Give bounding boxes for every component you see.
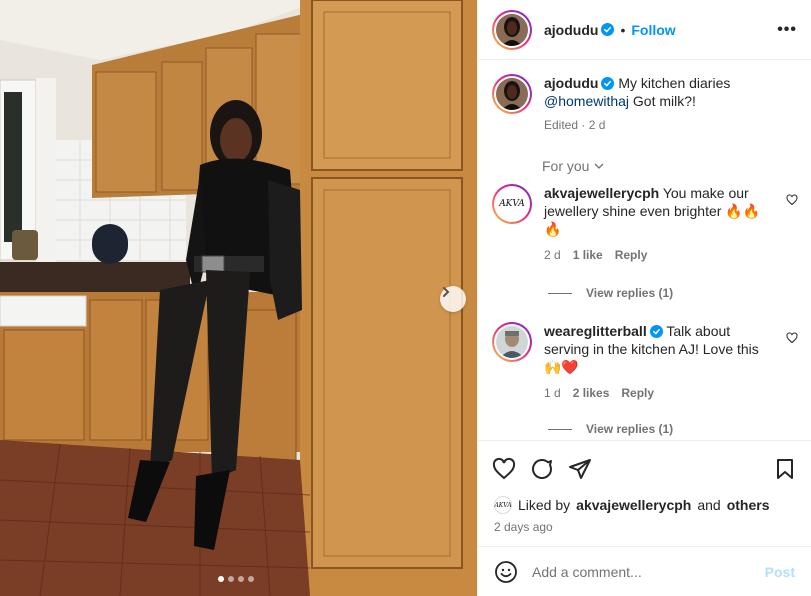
share-send-icon[interactable] [568,457,592,481]
meta-dot: · [581,118,586,132]
verified-badge-icon [649,325,663,338]
view-replies-button[interactable]: View replies (1) [548,422,673,436]
comment-body: akvajewellerycph You make our jewellery … [544,184,770,264]
comment-body: weareglitterball Talk about serving in t… [544,322,770,402]
carousel-indicator [218,576,254,582]
comment-item: AKVA akvajewellerycph You make our jewel… [492,184,798,264]
post-side-panel: ajodudu • Follow ••• ajodudu My kitchen … [477,0,811,596]
more-options-button[interactable]: ••• [777,21,797,39]
carousel-dot [228,576,234,582]
edited-label: Edited [544,118,579,132]
likes-summary: AKVA Liked by akvajewellerycph and other… [478,496,811,546]
chevron-down-icon [595,163,604,169]
comment-age: 2 d [544,248,561,262]
replies-line [548,428,572,430]
comment-username[interactable]: weareglitterball [544,323,647,339]
verified-badge-icon [601,77,615,90]
emoji-picker-icon[interactable] [494,560,518,584]
like-comment-heart-icon[interactable] [786,194,798,206]
carousel-dot [238,576,244,582]
post-comment-button[interactable]: Post [765,564,795,580]
like-comment-heart-icon[interactable] [786,332,798,344]
post-caption: ajodudu My kitchen diaries @homewithaj G… [492,74,792,134]
likes-others-link[interactable]: others [727,497,770,513]
comment-meta: 1 d 2 likes Reply [544,384,770,402]
instagram-post-dialog: ajodudu • Follow ••• ajodudu My kitchen … [0,0,811,596]
liked-by-and: and [697,497,721,513]
caption-body: My kitchen diaries [618,75,731,91]
comment-meta: 2 d 1 like Reply [544,246,770,264]
caption-username[interactable]: ajodudu [544,75,598,91]
avatar-image [496,78,528,110]
verified-badge-icon [601,23,615,36]
liked-by-row: AKVA Liked by akvajewellerycph and other… [494,496,795,514]
like-heart-icon[interactable] [492,457,516,481]
reply-button[interactable]: Reply [615,246,648,264]
next-slide-button[interactable] [440,286,466,312]
view-replies-label: View replies (1) [586,422,674,436]
separator-dot: • [620,21,626,38]
carousel-dot [218,576,224,582]
reply-button[interactable]: Reply [621,384,654,402]
avatar[interactable] [492,322,532,362]
caption-meta: Edited · 2 d [544,116,730,134]
caption-text: ajodudu My kitchen diaries @homewithaj G… [544,74,730,134]
avatar[interactable] [492,74,532,114]
follow-button[interactable]: Follow [631,22,675,38]
caption-age: 2 d [588,118,606,132]
comment-likes[interactable]: 1 like [573,246,603,264]
avatar-image [496,13,528,46]
comment-item: weareglitterball Talk about serving in t… [492,322,798,402]
chevron-right-icon [443,287,450,297]
liked-by-prefix: Liked by [518,497,571,513]
liker-username[interactable]: akvajewellerycph [576,497,691,513]
liker-avatar[interactable]: AKVA [494,496,512,514]
post-actions [478,440,811,496]
comments-section[interactable]: ajodudu My kitchen diaries @homewithaj G… [478,60,811,440]
post-header: ajodudu • Follow ••• [478,0,811,60]
post-photo[interactable] [0,0,477,596]
comments-filter-label: For you [542,158,590,174]
caption-body-end: Got milk?! [632,93,696,109]
comment-likes[interactable]: 2 likes [573,384,610,402]
comment-input[interactable] [532,563,765,580]
save-bookmark-icon[interactable] [773,457,797,481]
avatar-logo-text: AKVA [499,199,525,209]
photo-illustration [0,0,477,596]
comments-filter-dropdown[interactable]: For you [542,158,605,174]
avatar-image [496,326,528,358]
carousel-dot [248,576,254,582]
avatar[interactable] [492,9,532,50]
comment-age: 1 d [544,386,561,400]
caption-mention-link[interactable]: @homewithaj [544,93,629,109]
post-timestamp[interactable]: 2 days ago [494,520,795,534]
view-replies-button[interactable]: View replies (1) [548,286,673,300]
post-username[interactable]: ajodudu [544,22,598,38]
comment-bubble-icon[interactable] [530,457,554,481]
comment-username[interactable]: akvajewellerycph [544,185,659,201]
avatar[interactable]: AKVA [492,184,532,224]
view-replies-label: View replies (1) [586,286,674,300]
replies-line [548,292,572,294]
add-comment-bar: Post [478,546,811,596]
